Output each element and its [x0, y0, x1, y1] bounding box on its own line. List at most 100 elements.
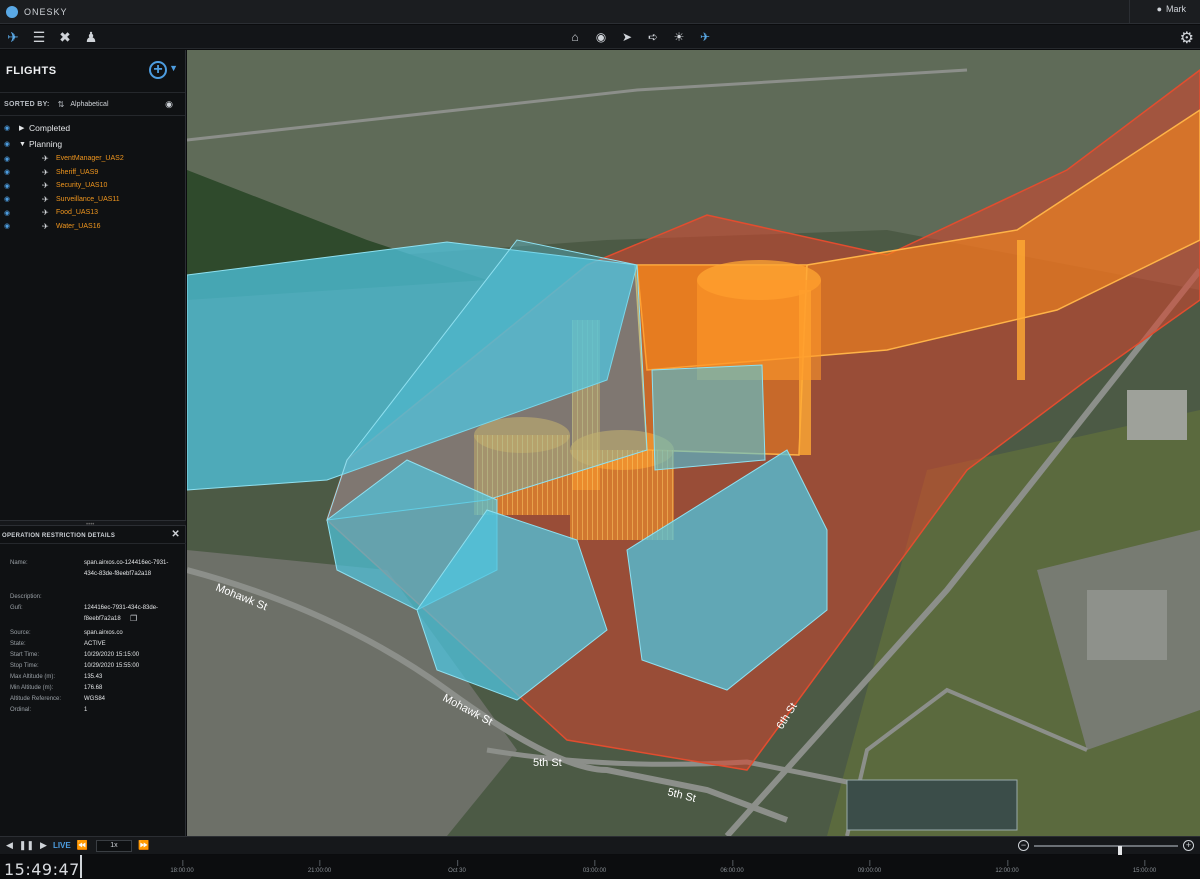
tools-icon[interactable]: ✖ [52, 25, 78, 49]
field-label: Source: [10, 630, 31, 636]
visibility-eye-icon[interactable]: ◉ [4, 182, 10, 190]
field-label: Description: [10, 594, 42, 600]
sort-bar: SORTED BY: ⇅ Alphabetical ◉ [0, 92, 185, 116]
playback-bar: ◀ ❚❚ ▶ LIVE ⏪ 1x ⏩ − + [0, 836, 1200, 856]
eye-icon[interactable]: ◉ [165, 99, 173, 110]
tree-group-planning[interactable]: ◉ ▼ Planning [0, 136, 185, 152]
building [1087, 590, 1167, 660]
field-label: State: [10, 641, 26, 647]
zoom-control: − + [1018, 840, 1194, 856]
building [1127, 390, 1187, 440]
details-title: OPERATION RESTRICTION DETAILS [2, 532, 116, 539]
map-scene: Mohawk St Mohawk St 5th St 5th St 6th St [187, 50, 1200, 836]
plane-icon: ✈ [42, 154, 49, 164]
main-toolbar: ✈ ☰ ✖ ♟ ⌂ ◉ ➤ ➪ ☀ ✈ ⚙ [0, 25, 1200, 49]
field-value: span.airxos.co [84, 630, 123, 636]
step-back-icon[interactable]: ◀ [6, 840, 13, 851]
details-header: OPERATION RESTRICTION DETAILS ✕ [0, 528, 186, 544]
plane-icon: ✈ [42, 221, 49, 231]
close-icon[interactable]: ✕ [171, 529, 180, 540]
zoom-slider[interactable] [1034, 845, 1178, 856]
speed-field[interactable]: 1x [95, 839, 132, 852]
visibility-eye-icon[interactable]: ◉ [4, 209, 10, 217]
user-name: Mark [1166, 4, 1186, 14]
visibility-eye-icon[interactable]: ◉ [4, 222, 10, 230]
sort-value[interactable]: Alphabetical [70, 101, 108, 108]
visibility-eye-icon[interactable]: ◉ [4, 195, 10, 203]
timeline-tick: 15:00:00 [1132, 860, 1157, 874]
current-time: 15:49:47 [4, 860, 80, 879]
timeline-axis[interactable]: 18:00:00 21:00:00 Oct 30 03:00:00 06:00:00 09… [80, 855, 1200, 878]
plane-icon[interactable]: ✈ [692, 25, 718, 49]
field-label: Name: [10, 560, 28, 566]
home-icon[interactable]: ⌂ [562, 25, 588, 49]
field-value: 135.43 [84, 674, 103, 680]
flight-volume-edge [1017, 240, 1025, 380]
flights-panel: FLIGHTS + ▼ SORTED BY: ⇅ Alphabetical ◉ … [0, 50, 186, 836]
flight-item[interactable]: ◉ ✈ Water_UAS16 [0, 220, 185, 234]
plane-icon: ✈ [42, 181, 49, 191]
sorted-by-label: SORTED BY: [4, 100, 50, 108]
plane-icon: ✈ [42, 194, 49, 204]
gear-icon[interactable]: ⚙ [1180, 28, 1194, 48]
rewind-icon[interactable]: ⏪ [77, 840, 88, 851]
timeline-tick: 21:00:00 [307, 860, 332, 874]
building [846, 779, 1018, 831]
flight-item[interactable]: ◉ ✈ Sheriff_UAS9 [0, 166, 185, 180]
field-value: span.airxos.co-124416ec-7931-434c-83de-f… [84, 560, 169, 577]
plane-icon: ✈ [42, 208, 49, 218]
visibility-eye-icon[interactable]: ◉ [4, 124, 10, 132]
street-label: 5th St [533, 757, 562, 769]
flight-volume-blue-box[interactable] [651, 364, 766, 471]
field-label: Start Time: [10, 652, 40, 658]
flight-name: Water_UAS16 [56, 222, 101, 230]
play-icon[interactable]: ▶ [40, 840, 47, 851]
sun-icon[interactable]: ☀ [666, 25, 692, 49]
panel-splitter[interactable]: •••• [0, 520, 186, 528]
visibility-eye-icon[interactable]: ◉ [4, 140, 10, 148]
group-label: Completed [29, 123, 71, 133]
flight-item[interactable]: ◉ ✈ Food_UAS13 [0, 206, 185, 220]
zoom-out-button[interactable]: − [1018, 840, 1029, 851]
chevron-down-icon[interactable]: ▼ [169, 63, 178, 73]
panel-title: FLIGHTS [6, 65, 57, 77]
fast-forward-icon[interactable]: ⏩ [138, 840, 149, 851]
user-menu[interactable]: ● Mark [1157, 4, 1186, 14]
timeline-tick: 03:00:00 [582, 860, 607, 874]
flight-item[interactable]: ◉ ✈ Security_UAS10 [0, 179, 185, 193]
pushpin-icon[interactable]: ➤ [614, 25, 640, 49]
visibility-eye-icon[interactable]: ◉ [4, 155, 10, 163]
field-label: Ordinal: [10, 707, 32, 713]
visibility-eye-icon[interactable]: ◉ [4, 168, 10, 176]
flight-item[interactable]: ◉ ✈ EventManager_UAS2 [0, 152, 185, 166]
copy-icon[interactable]: ❐ [130, 614, 137, 623]
app-name: ONESKY [24, 6, 68, 17]
pin-drop-icon[interactable]: ◉ [588, 25, 614, 49]
flight-name: Food_UAS13 [56, 209, 99, 217]
field-label: Min Altitude (m): [10, 685, 54, 691]
user-icon[interactable]: ♟ [78, 25, 104, 49]
zoom-in-button[interactable]: + [1183, 840, 1194, 851]
plane-icon: ✈ [42, 167, 49, 177]
flight-name: EventManager_UAS2 [56, 155, 124, 163]
flight-item[interactable]: ◉ ✈ Surveillance_UAS11 [0, 193, 185, 207]
sort-icon[interactable]: ⇅ [58, 100, 65, 109]
live-button[interactable]: LIVE [53, 841, 71, 850]
timeline[interactable]: 15:49:47 18:00:00 21:00:00 Oct 30 03:00:00 0… [0, 855, 1200, 879]
user-icon: ● [1156, 4, 1162, 14]
field-value: ACTIVE [84, 641, 106, 647]
navigate-icon[interactable]: ➪ [640, 25, 666, 49]
layers-icon[interactable]: ☰ [26, 25, 52, 49]
chevron-right-icon[interactable]: ▶ [19, 124, 24, 132]
chevron-down-icon[interactable]: ▼ [19, 141, 26, 148]
divider [1129, 0, 1130, 24]
pause-icon[interactable]: ❚❚ [19, 840, 34, 851]
add-flight-button[interactable]: + [149, 61, 167, 79]
field-label: Altitude Reference: [10, 696, 62, 702]
map-viewport[interactable]: Mohawk St Mohawk St 5th St 5th St 6th St [187, 50, 1200, 836]
field-label: Stop Time: [10, 663, 39, 669]
flight-name: Sheriff_UAS9 [56, 168, 99, 176]
flights-icon[interactable]: ✈ [0, 25, 26, 49]
field-value: 10/29/2020 15:55:00 [84, 663, 140, 669]
tree-group-completed[interactable]: ◉ ▶ Completed [0, 120, 185, 136]
